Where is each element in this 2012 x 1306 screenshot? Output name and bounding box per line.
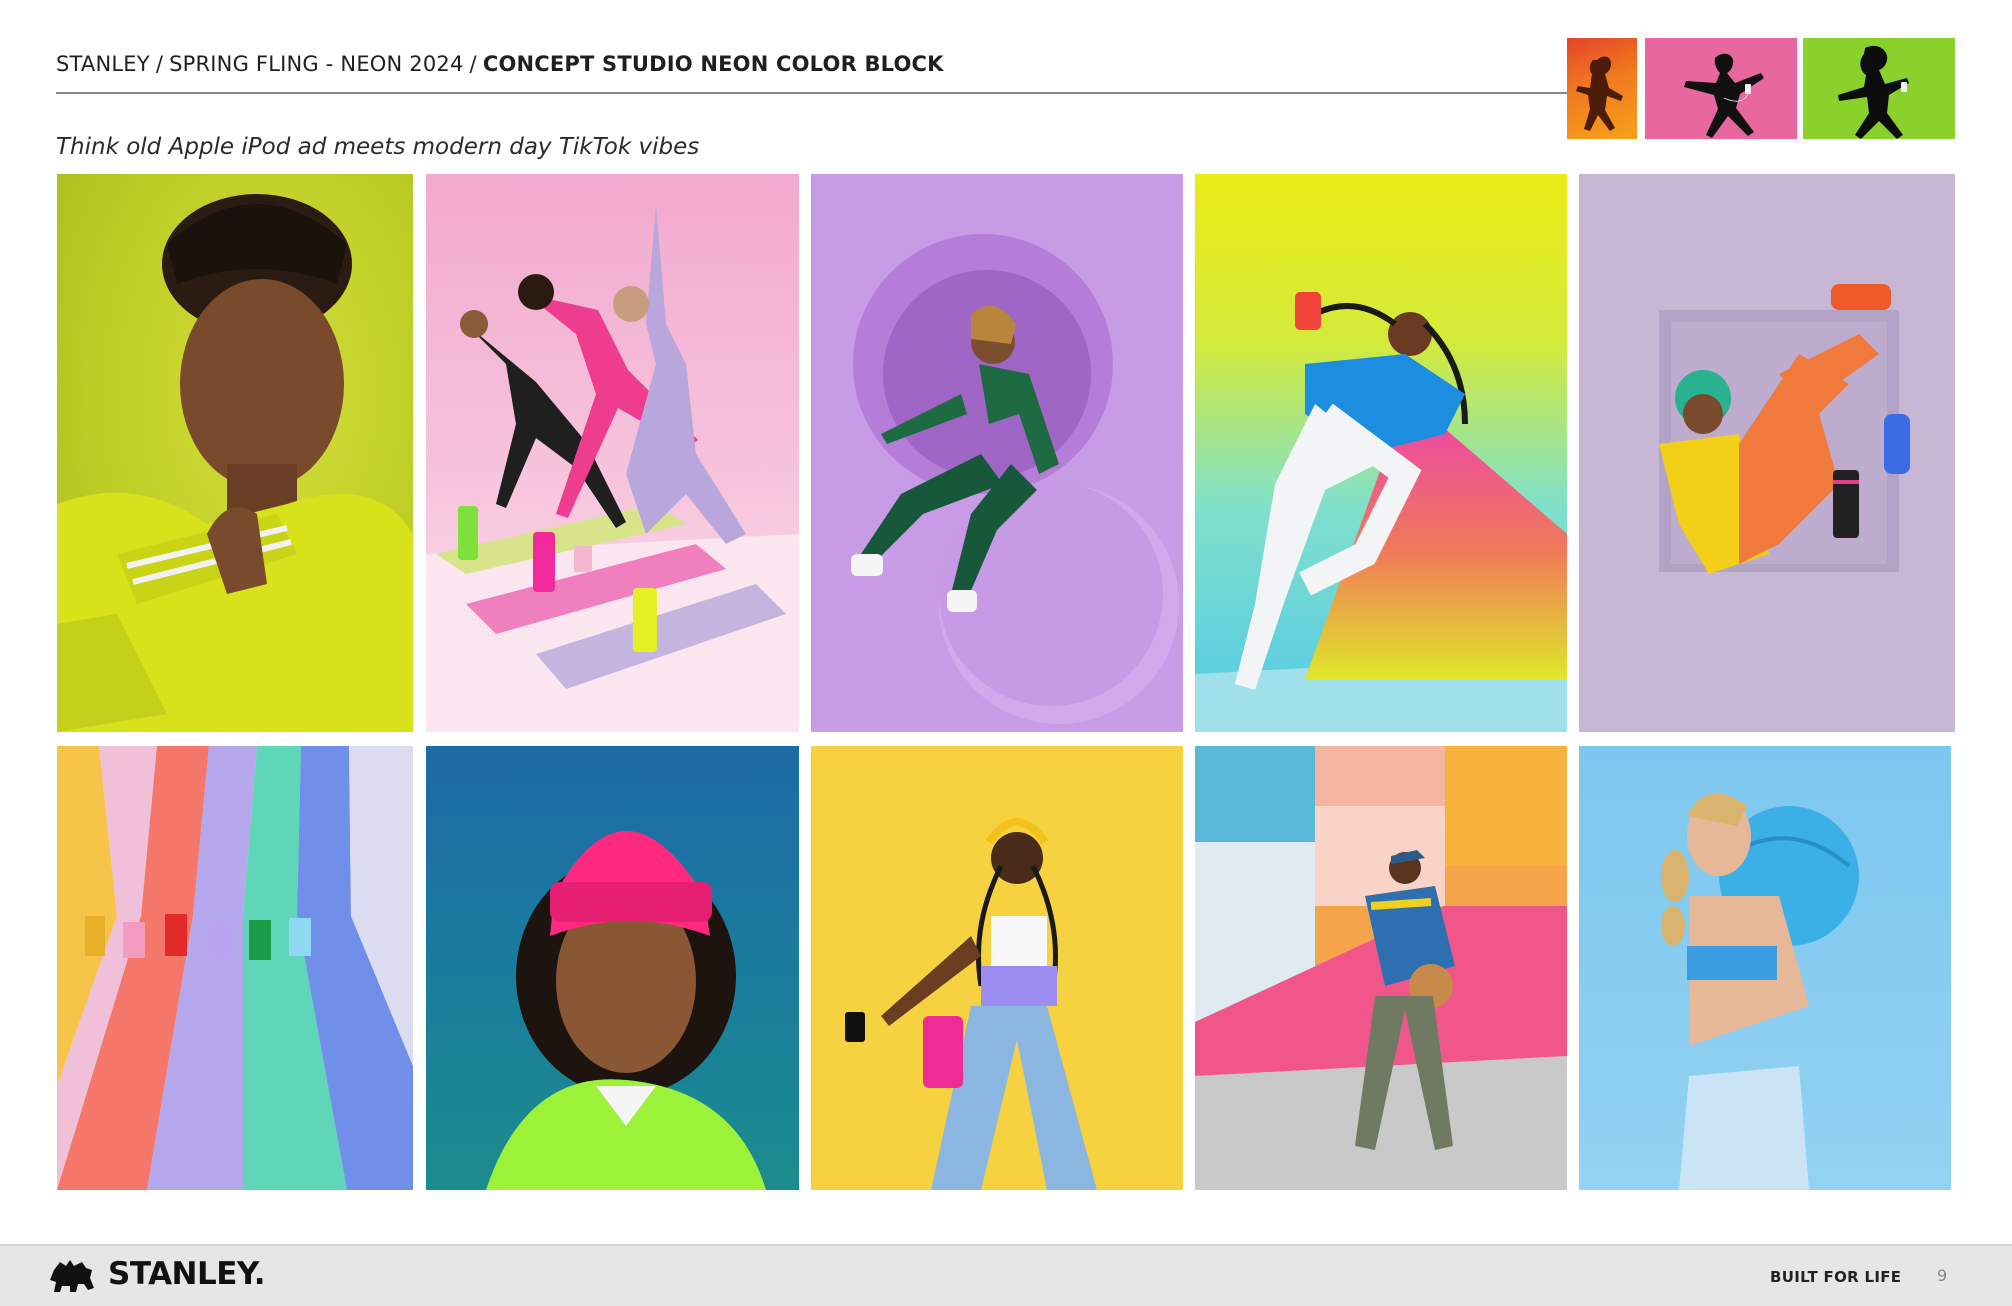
breadcrumb-separator: /: [155, 52, 164, 76]
photo-woman-blue-medicine-ball: [1579, 746, 1951, 1190]
photo-man-basketball-color-blocks: [1195, 746, 1567, 1190]
photo-man-yellow-tracksuit: [57, 174, 413, 732]
brand-logo: STANLEY.: [50, 1254, 266, 1294]
brand-wordmark: STANLEY.: [108, 1256, 266, 1292]
photo-person-in-wall-niche: [1579, 174, 1955, 732]
page-subtitle: Think old Apple iPod ad meets modern day…: [56, 134, 700, 160]
breadcrumb: STANLEY / SPRING FLING - NEON 2024/CONCEPT…: [56, 52, 944, 76]
photo-woman-blue-fur-triangle: [1195, 174, 1567, 732]
slide-page: STANLEY / SPRING FLING - NEON 2024/CONCEPT…: [0, 0, 2012, 1306]
photo-group-rainbow-stripes: [57, 746, 413, 1190]
reference-image-ipod-orange: [1567, 38, 1637, 139]
header-divider: [56, 92, 1570, 94]
photo-woman-headphones-tumbler-yellow: [811, 746, 1183, 1190]
photo-woman-green-tracksuit-purple-set: [811, 174, 1183, 732]
reference-image-ipod-pink: [1645, 38, 1797, 139]
photo-woman-pink-beanie: [426, 746, 799, 1190]
breadcrumb-separator: /: [469, 52, 477, 76]
breadcrumb-current: CONCEPT STUDIO NEON COLOR BLOCK: [482, 52, 944, 76]
page-footer: STANLEY. BUILT FOR LIFE 9: [0, 1244, 2012, 1306]
footer-tagline: BUILT FOR LIFE: [1770, 1268, 1902, 1286]
breadcrumb-item-brand: STANLEY: [56, 52, 150, 76]
breadcrumb-item-collection: SPRING FLING - NEON 2024: [169, 52, 464, 76]
bear-icon: [50, 1260, 94, 1292]
page-number: 9: [1937, 1266, 1948, 1285]
reference-image-ipod-green: [1803, 38, 1955, 139]
photo-yoga-group-pink-studio: [426, 174, 799, 732]
